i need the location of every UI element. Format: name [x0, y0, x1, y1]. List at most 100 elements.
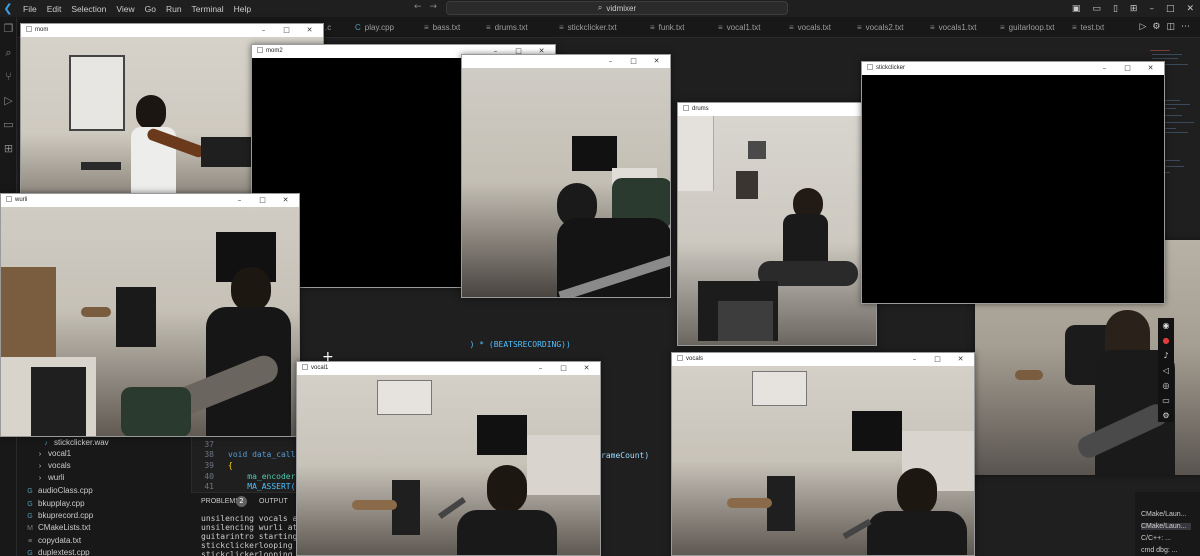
close-icon[interactable]: ✕: [274, 194, 297, 207]
settings-icon[interactable]: ⚙: [1158, 408, 1174, 423]
tab-stickclicker-txt[interactable]: ≡ stickclicker.txt: [559, 17, 617, 38]
tab-problems[interactable]: PROBLEMS: [201, 498, 240, 505]
tab-vocals1-txt[interactable]: ≡ vocals1.txt: [930, 17, 976, 38]
tab-test-txt[interactable]: ≡ test.txt: [1072, 17, 1104, 38]
explorer-icon[interactable]: ❐: [0, 17, 17, 41]
sidebar-toggle-icon[interactable]: ▯: [1107, 4, 1124, 14]
minimize-icon[interactable]: –: [1143, 4, 1160, 14]
screen-icon[interactable]: ▭: [1158, 393, 1174, 408]
terminal-item[interactable]: CMake/Laun...: [1141, 511, 1187, 518]
line-number: 41: [204, 482, 214, 491]
tab-funk-txt[interactable]: ≡ funk.txt: [650, 17, 684, 38]
tab-label: vocals1.txt: [938, 23, 977, 32]
webcam-icon[interactable]: ◎: [1158, 378, 1174, 393]
more-actions-icon[interactable]: ⋯: [1181, 22, 1196, 32]
tree-item-audioclass-cpp[interactable]: GaudioClass.cpp: [25, 484, 92, 497]
nav-arrows-icon[interactable]: ←→: [414, 2, 445, 12]
maximize-icon[interactable]: □: [275, 24, 298, 37]
close-icon[interactable]: ✕: [1139, 62, 1162, 75]
menu-view[interactable]: View: [111, 4, 139, 14]
tab-label: vocals2.txt: [865, 23, 904, 32]
output-line: unsilencing vocals at: [201, 514, 303, 523]
run-debug-icon[interactable]: ▷: [0, 89, 17, 113]
video-window-drums[interactable]: drums: [677, 102, 877, 346]
search-icon[interactable]: ⌕: [0, 41, 17, 65]
menu-go[interactable]: Go: [140, 4, 161, 14]
minimize-icon[interactable]: –: [1093, 62, 1116, 75]
terminal-item[interactable]: CMake/Laun...: [1141, 523, 1191, 530]
maximize-icon[interactable]: □: [622, 55, 645, 68]
code-line: void data_callb: [228, 450, 301, 459]
window-title: vocals: [686, 356, 704, 362]
speaker-icon[interactable]: ◁: [1158, 363, 1174, 378]
layout-icon[interactable]: ▣: [1066, 4, 1087, 14]
close-icon[interactable]: ✕: [949, 353, 972, 366]
tab-c[interactable]: .c: [325, 17, 331, 38]
maximize-icon[interactable]: □: [1116, 62, 1139, 75]
code-line: {: [228, 461, 233, 470]
settings-icon[interactable]: ⚙: [1152, 22, 1166, 32]
close-icon[interactable]: ✕: [298, 24, 321, 37]
menu-selection[interactable]: Selection: [66, 4, 111, 14]
minimize-icon[interactable]: –: [599, 55, 622, 68]
microphone-icon[interactable]: ♪: [1158, 348, 1174, 363]
command-center[interactable]: ⌕ vidmixer: [446, 1, 788, 15]
minimize-icon[interactable]: –: [228, 194, 251, 207]
maximize-icon[interactable]: □: [251, 194, 274, 207]
source-control-icon[interactable]: ⑂: [0, 65, 17, 89]
remote-explorer-icon[interactable]: ▭: [0, 113, 17, 137]
customize-layout-icon[interactable]: ⊞: [1124, 4, 1144, 14]
close-icon[interactable]: ✕: [645, 55, 668, 68]
video-window-stickclicker[interactable]: stickclicker – □ ✕: [861, 61, 1165, 304]
tab-label: play.cpp: [364, 23, 394, 32]
video-window-wurli[interactable]: wurli – □ ✕: [0, 193, 300, 437]
tab-bass-txt[interactable]: ≡ bass.txt: [424, 17, 460, 38]
tree-item-duplextest-cpp[interactable]: Gduplextest.cpp: [25, 546, 89, 556]
tab-drums-txt[interactable]: ≡ drums.txt: [486, 17, 528, 38]
tab-play-cpp[interactable]: Cplay.cpp: [355, 17, 394, 38]
split-editor-icon[interactable]: ◫: [1166, 22, 1181, 32]
terminal-item[interactable]: C/C++: ...: [1141, 535, 1171, 542]
panel-toggle-icon[interactable]: ▭: [1086, 4, 1107, 14]
tab-vocal1-txt[interactable]: ≡ vocal1.txt: [718, 17, 760, 38]
txt-icon: ≡: [486, 23, 491, 32]
close-icon[interactable]: ✕: [575, 362, 598, 375]
tab-label: .c: [325, 23, 332, 32]
maximize-icon[interactable]: □: [926, 353, 949, 366]
code-fragment-beats: ) * (BEATSRECORDING)): [460, 331, 571, 349]
minimize-icon[interactable]: –: [903, 353, 926, 366]
window-buttons: – □ ✕: [903, 353, 972, 366]
record-icon[interactable]: ●: [1158, 333, 1174, 348]
close-icon[interactable]: ✕: [1180, 4, 1200, 14]
menu-terminal[interactable]: Terminal: [187, 4, 229, 14]
video-window-vocals[interactable]: vocals – □ ✕: [671, 352, 975, 556]
tree-item-cmakelists[interactable]: M CMakeLists.txt: [25, 521, 90, 534]
minimize-icon[interactable]: –: [252, 24, 275, 37]
menu-file[interactable]: File: [18, 4, 42, 14]
tab-label: vocal1.txt: [726, 23, 761, 32]
run-icon[interactable]: ▷: [1139, 22, 1152, 32]
tab-vocals-txt[interactable]: ≡ vocals.txt: [789, 17, 831, 38]
minimize-icon[interactable]: –: [529, 362, 552, 375]
line-number: 40: [204, 472, 214, 481]
tree-item-label: vocals: [48, 461, 71, 470]
menu-help[interactable]: Help: [229, 4, 256, 14]
extensions-icon[interactable]: ⊞: [0, 137, 17, 161]
tree-item-label: bkupplay.cpp: [38, 499, 85, 508]
tab-output[interactable]: OUTPUT: [259, 498, 288, 505]
editor-actions: ▷⚙◫⋯: [1139, 17, 1196, 38]
maximize-icon[interactable]: □: [1160, 4, 1181, 14]
video-window-vocal1[interactable]: vocal1 – □ ✕: [296, 361, 601, 556]
code-editor[interactable]: 37 38 void data_callb 39 { 40 ma_encoder…: [191, 436, 300, 492]
tab-vocals2-txt[interactable]: ≡ vocals2.txt: [857, 17, 903, 38]
command-center-text: vidmixer: [606, 3, 637, 13]
app-icon: [867, 64, 873, 70]
menu-edit[interactable]: Edit: [42, 4, 67, 14]
maximize-icon[interactable]: □: [552, 362, 575, 375]
tab-guitarloop-txt[interactable]: ≡ guitarloop.txt: [1000, 17, 1054, 38]
camera-icon[interactable]: ◉: [1158, 318, 1174, 333]
menu-run[interactable]: Run: [161, 4, 187, 14]
video-window-bass[interactable]: – □ ✕: [461, 54, 671, 298]
terminal-item[interactable]: cmd dbg: ...: [1141, 547, 1178, 554]
tree-item-wurli[interactable]: › wurli: [35, 471, 65, 484]
